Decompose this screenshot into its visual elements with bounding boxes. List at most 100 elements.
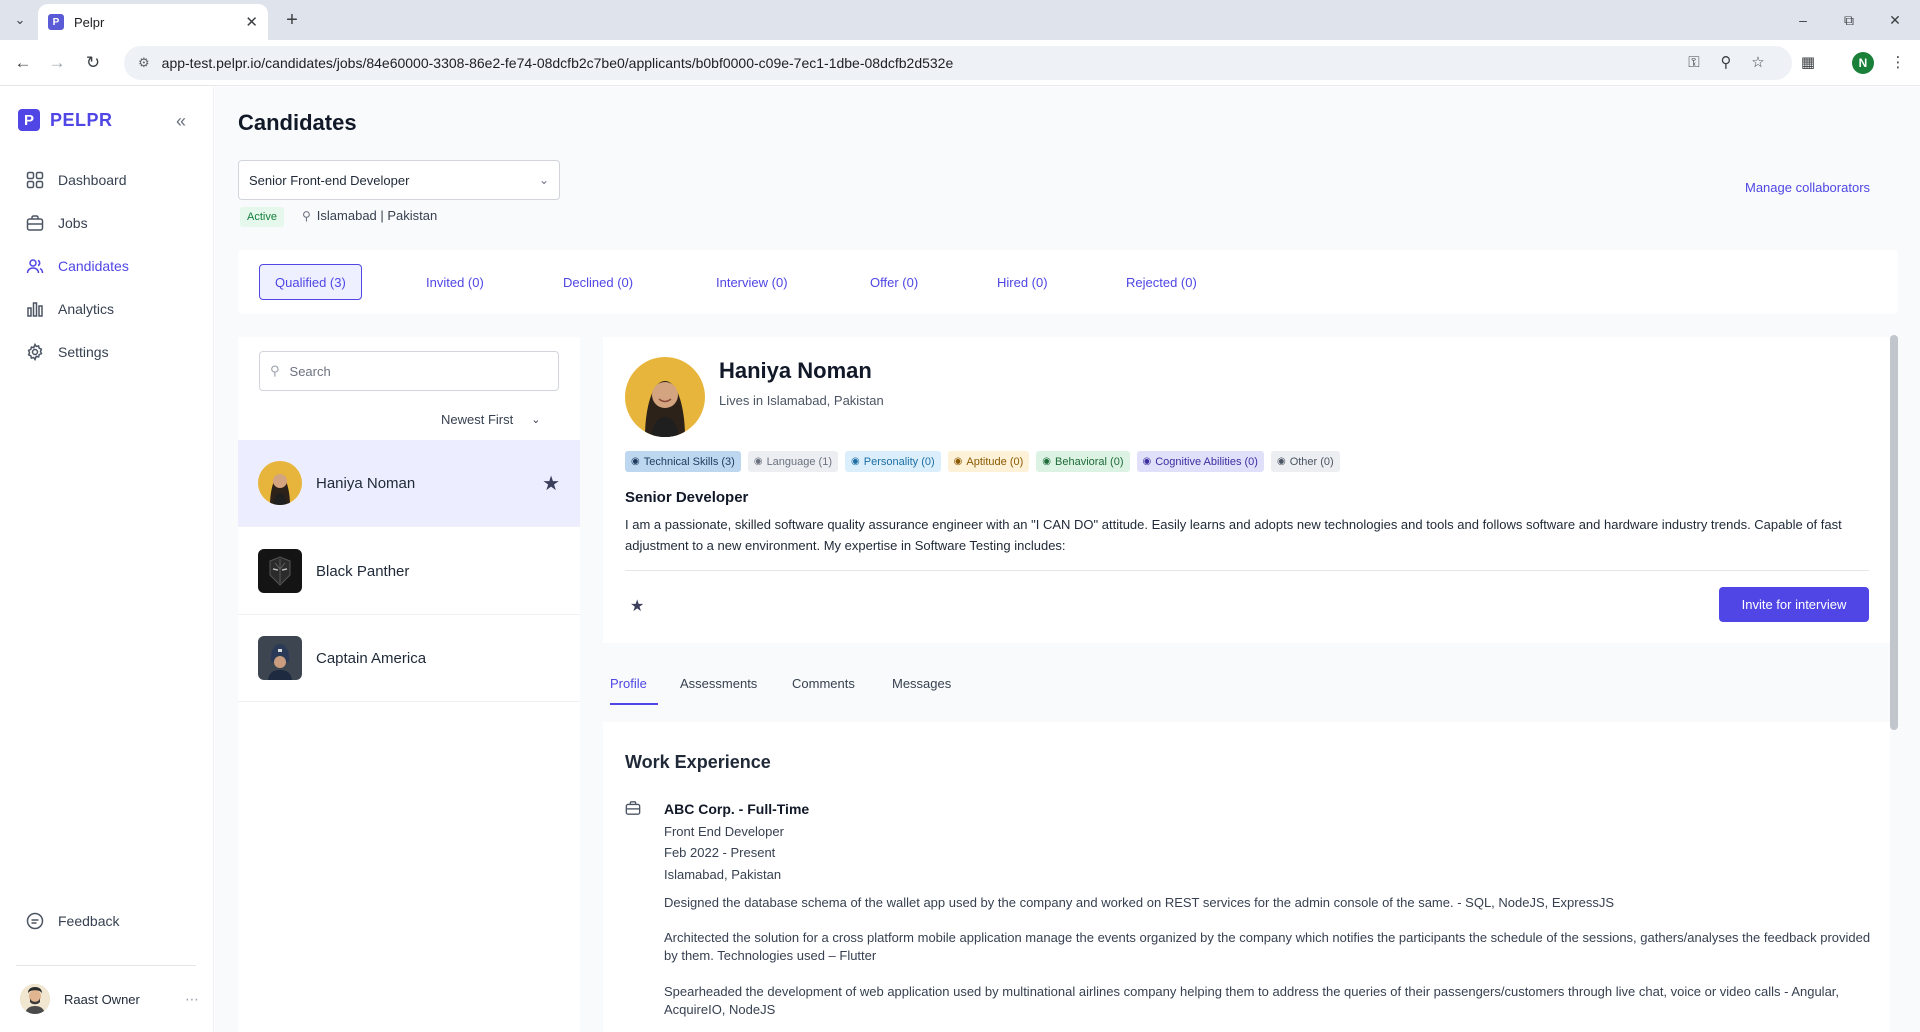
candidate-name: Haniya Noman xyxy=(316,474,416,492)
job-location-text: Islamabad | Pakistan xyxy=(316,208,438,223)
chip-technical-skills[interactable]: ◉ Technical Skills (3) xyxy=(625,451,741,472)
sidebar-item-settings[interactable]: Settings xyxy=(24,341,109,363)
pelpr-logo[interactable]: P PELPR xyxy=(18,109,113,131)
invite-for-interview-button[interactable]: Invite for interview xyxy=(1719,587,1869,622)
extensions-icon[interactable]: ▦ xyxy=(1794,48,1822,76)
search-input[interactable]: ⚲ Search xyxy=(259,351,559,391)
tab-title: Pelpr xyxy=(74,14,105,30)
bookmark-star-icon[interactable]: ☆ xyxy=(1744,48,1772,76)
sidebar-item-label: Settings xyxy=(58,344,109,360)
list-item[interactable]: Captain America xyxy=(238,615,580,702)
tab-hired[interactable]: Hired (0) xyxy=(982,264,1063,300)
manage-collaborators-link[interactable]: Manage collaborators xyxy=(1745,180,1870,195)
assessment-chips: ◉ Technical Skills (3) ◉ Language (1) ◉ Per… xyxy=(625,451,1340,472)
sidebar-item-label: Candidates xyxy=(58,258,129,274)
avatar xyxy=(258,636,302,680)
detail-tabs xyxy=(603,644,1890,704)
url-text: app-test.pelpr.io/candidates/jobs/84e600… xyxy=(161,55,954,71)
play-circle-icon: ◉ xyxy=(953,456,963,467)
user-menu[interactable]: Raast Owner ⋯ xyxy=(20,981,200,1017)
more-options-icon[interactable]: ⋯ xyxy=(185,991,200,1008)
play-circle-icon: ◉ xyxy=(851,456,860,467)
tab-interview[interactable]: Interview (0) xyxy=(701,264,803,300)
chip-language[interactable]: ◉ Language (1) xyxy=(747,451,839,472)
chip-label: Behavioral (0) xyxy=(1055,455,1124,468)
minimize-icon[interactable]: – xyxy=(1791,8,1815,32)
users-icon xyxy=(24,255,46,277)
chip-label: Language (1) xyxy=(766,455,833,468)
browser-tab[interactable]: P Pelpr ✕ xyxy=(38,4,268,40)
candidate-name-heading: Haniya Noman xyxy=(719,358,872,383)
chip-label: Aptitude (0) xyxy=(966,455,1024,468)
job-select[interactable]: Senior Front-end Developer ⌄ xyxy=(238,160,560,200)
profile-avatar[interactable]: N xyxy=(1852,52,1874,74)
browser-tabbar: ⌄ P Pelpr ✕ + – ⧉ ✕ xyxy=(0,0,1920,40)
sidebar-item-analytics[interactable]: Analytics xyxy=(24,298,114,320)
tab-declined[interactable]: Declined (0) xyxy=(548,264,648,300)
close-tab-icon[interactable]: ✕ xyxy=(245,13,258,31)
chevron-down-icon: ⌄ xyxy=(538,173,549,187)
gear-icon xyxy=(24,341,46,363)
sidebar-item-candidates[interactable]: Candidates xyxy=(24,255,129,277)
forward-icon[interactable]: → xyxy=(44,50,70,76)
tab-profile[interactable]: Profile xyxy=(610,676,647,691)
play-circle-icon: ◉ xyxy=(753,456,763,467)
password-key-icon[interactable]: ⚿ xyxy=(1680,48,1708,76)
logo-text: PELPR xyxy=(50,109,113,130)
candidate-location: Lives in Islamabad, Pakistan xyxy=(719,393,884,408)
address-bar[interactable]: ⚙ app-test.pelpr.io/candidates/jobs/84e6… xyxy=(124,46,1792,80)
site-info-icon[interactable]: ⚙ xyxy=(138,55,150,71)
restore-icon[interactable]: ⧉ xyxy=(1837,8,1861,32)
back-icon[interactable]: ← xyxy=(10,50,36,76)
zoom-icon[interactable]: ⚲ xyxy=(1712,48,1740,76)
user-name: Raast Owner xyxy=(64,991,140,1007)
briefcase-icon xyxy=(24,212,46,234)
sidebar-item-dashboard[interactable]: Dashboard xyxy=(24,169,127,191)
chip-cognitive-abilities[interactable]: ◉ Cognitive Abilities (0) xyxy=(1136,451,1264,472)
play-circle-icon: ◉ xyxy=(631,456,640,467)
tab-qualified[interactable]: Qualified (3) xyxy=(259,264,362,300)
collapse-sidebar-icon[interactable]: « xyxy=(176,111,186,132)
company-name: ABC Corp. - Full-Time xyxy=(664,801,810,817)
chip-label: Technical Skills (3) xyxy=(643,455,735,468)
new-tab-icon[interactable]: + xyxy=(280,8,304,32)
chip-aptitude[interactable]: ◉ Aptitude (0) xyxy=(947,451,1030,472)
tab-rejected[interactable]: Rejected (0) xyxy=(1111,264,1212,300)
chip-other[interactable]: ◉ Other (0) xyxy=(1270,451,1340,472)
feedback-button[interactable]: Feedback xyxy=(24,910,119,932)
experience-description: Spearheaded the development of web appli… xyxy=(664,984,1840,1017)
list-item[interactable]: Haniya Noman ★ xyxy=(238,440,580,527)
search-placeholder: Search xyxy=(289,363,331,379)
avatar xyxy=(258,461,302,505)
chip-personality[interactable]: ◉ Personality (0) xyxy=(845,451,941,472)
list-item[interactable]: Black Panther xyxy=(238,528,580,615)
candidate-name: Black Panther xyxy=(316,562,410,580)
job-location: Islamabad, Pakistan xyxy=(664,867,782,882)
play-circle-icon: ◉ xyxy=(1142,456,1152,467)
close-window-icon[interactable]: ✕ xyxy=(1883,8,1907,32)
active-tab-indicator xyxy=(610,703,658,705)
page-title: Candidates xyxy=(238,110,357,135)
status-badge: Active xyxy=(240,207,284,227)
scrollbar[interactable] xyxy=(1890,335,1898,730)
tab-invited[interactable]: Invited (0) xyxy=(411,264,499,300)
chevron-down-icon: ⌄ xyxy=(531,414,541,426)
tab-comments[interactable]: Comments xyxy=(792,676,855,691)
tab-messages[interactable]: Messages xyxy=(892,676,951,691)
chip-label: Personality (0) xyxy=(863,455,935,468)
job-location: ⚲ Islamabad | Pakistan xyxy=(302,208,437,223)
tab-offer[interactable]: Offer (0) xyxy=(855,264,933,300)
job-period: Feb 2022 - Present xyxy=(664,845,776,860)
sort-select[interactable]: Newest First ⌄ xyxy=(441,412,540,427)
sidebar-item-jobs[interactable]: Jobs xyxy=(24,212,88,234)
avatar xyxy=(258,549,302,593)
reload-icon[interactable]: ↻ xyxy=(80,50,106,76)
tab-assessments[interactable]: Assessments xyxy=(680,676,757,691)
browser-menu-icon[interactable]: ⋮ xyxy=(1884,48,1912,76)
avatar xyxy=(20,984,50,1014)
candidate-role: Senior Developer xyxy=(625,489,749,506)
chip-behavioral[interactable]: ◉ Behavioral (0) xyxy=(1036,451,1130,472)
star-icon[interactable]: ★ xyxy=(630,596,644,616)
tab-search-chevron-icon[interactable]: ⌄ xyxy=(8,8,32,32)
star-icon[interactable]: ★ xyxy=(542,471,560,496)
